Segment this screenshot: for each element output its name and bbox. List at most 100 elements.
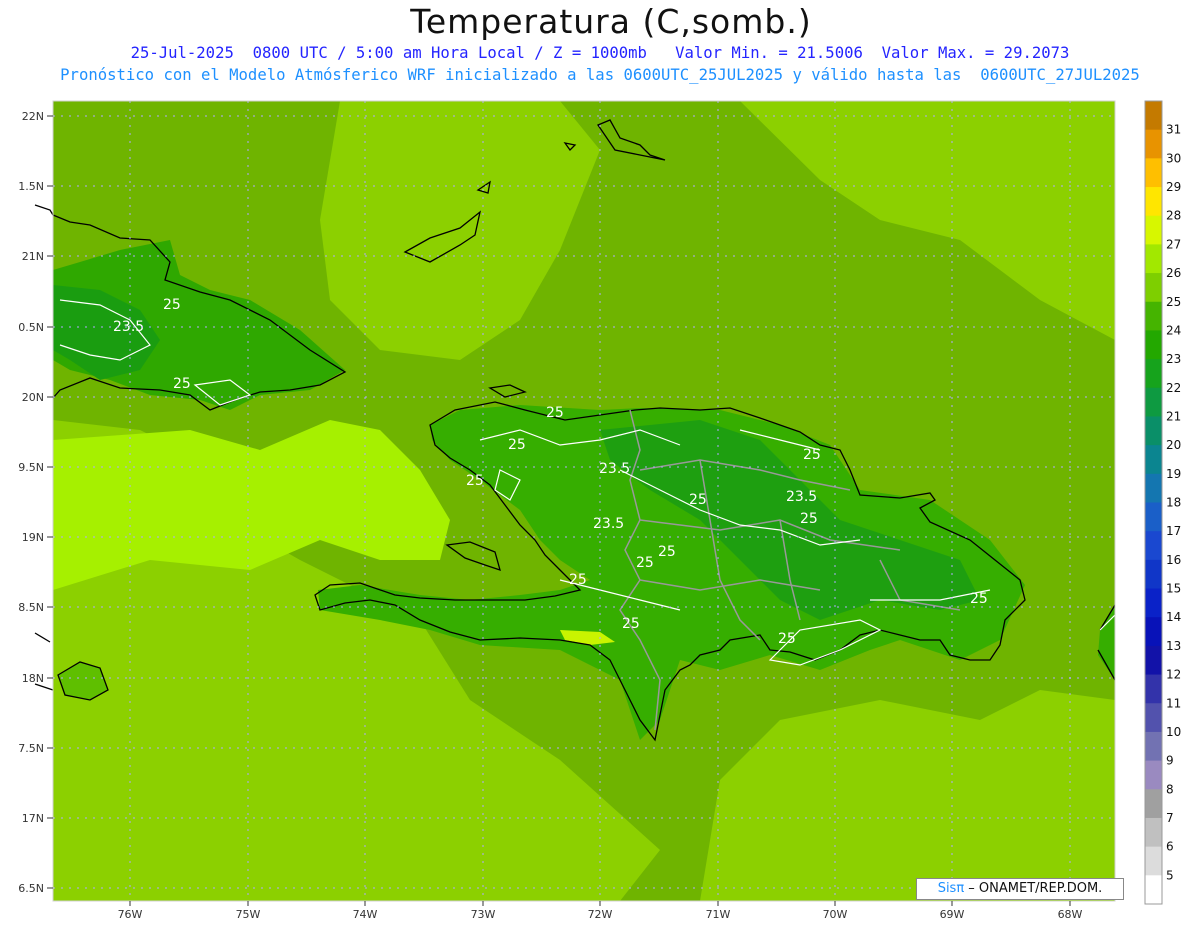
lat-label: 8.5N [18,601,44,614]
colorbar-label: 9 [1166,754,1174,768]
lon-label: 69W [940,908,965,921]
lat-label: 9.5N [18,461,44,474]
colorbar-label: 23 [1166,352,1181,366]
colorbar-label: 20 [1166,438,1181,452]
lon-label: 68W [1058,908,1083,921]
colorbar-label: 5 [1166,868,1174,882]
colorbar-swatch [1145,387,1162,417]
colorbar-swatch [1145,129,1162,159]
latitude-axis: 22N 1.5N 21N 0.5N 20N 9.5N 19N 8.5N 18N … [18,110,53,895]
valid-time-subtitle: 25-Jul-2025 0800 UTC / 5:00 am Hora Loca… [130,44,1070,62]
contour-label: 25 [800,511,818,527]
lon-label: 70W [823,908,848,921]
colorbar-swatch [1145,588,1162,618]
contour-label: 25 [163,297,181,313]
colorbar-swatch [1145,158,1162,188]
lat-label: 22N [22,110,44,123]
colorbar-label: 8 [1166,782,1174,796]
lat-label: 1.5N [18,180,44,193]
colorbar-label: 22 [1166,381,1181,395]
colorbar-swatch [1145,473,1162,503]
colorbar-swatch [1145,703,1162,733]
colorbar-label: 25 [1166,295,1181,309]
lon-label: 72W [588,908,613,921]
colorbar-label: 10 [1166,725,1181,739]
colorbar-swatch [1145,101,1162,131]
lon-label: 75W [236,908,261,921]
colorbar-label: 21 [1166,409,1181,423]
colorbar-swatch [1145,215,1162,245]
lat-label: 20N [22,391,44,404]
colorbar-swatch [1145,789,1162,819]
colorbar-swatch [1145,645,1162,676]
colorbar-swatch [1145,760,1162,790]
map-title: Temperatura (C,somb.) [410,2,812,41]
lat-label: 6.5N [18,882,44,895]
colorbar-swatch [1145,731,1162,762]
colorbar-label: 17 [1166,524,1181,538]
contour-label: 25 [173,376,191,392]
colorbar-swatch [1145,531,1162,561]
lat-label: 19N [22,531,44,544]
colorbar-swatch [1145,301,1162,331]
contour-label: 25 [803,447,821,463]
colorbar-label: 15 [1166,582,1181,596]
colorbar-label: 30 [1166,151,1181,165]
contour-label: 25 [658,544,676,560]
longitude-axis: 76W 75W 74W 73W 72W 71W 70W 69W 68W [118,901,1083,921]
colorbar-label: 12 [1166,668,1181,682]
colorbar-label: 28 [1166,209,1181,223]
colorbar-swatch [1145,674,1162,704]
colorbar-label: 19 [1166,467,1181,481]
colorbar-label: 29 [1166,180,1181,194]
lat-label: 7.5N [18,742,44,755]
colorbar-swatch [1145,445,1162,475]
colorbar: 31 30 29 28 27 26 25 24 23 22 21 20 19 18 17 16 15 14 13 12… [1144,100,1181,905]
colorbar-swatch [1145,817,1162,848]
colorbar-swatch [1145,559,1162,590]
contour-label: 25 [466,473,484,489]
credit-box: Sisπ – ONAMET/REP.DOM. [916,878,1124,900]
lon-label: 74W [353,908,378,921]
lat-label: 17N [22,812,44,825]
colorbar-label: 24 [1166,323,1181,337]
colorbar-swatch [1145,617,1162,647]
colorbar-label: 27 [1166,237,1181,251]
map-area [53,101,1115,901]
lon-label: 76W [118,908,143,921]
colorbar-swatch [1145,244,1162,274]
colorbar-swatch [1145,359,1162,389]
colorbar-label: 16 [1166,553,1181,567]
contour-label: 25 [569,572,587,588]
colorbar-swatch [1145,502,1162,532]
contour-label: 23.5 [786,489,817,505]
contour-label: 25 [622,616,640,632]
contour-label: 25 [778,631,796,647]
colorbar-label: 14 [1166,610,1181,624]
sispi-logo-text: Sisπ [937,881,965,896]
colorbar-label: 13 [1166,639,1181,653]
lon-label: 71W [706,908,731,921]
contour-label: 25 [508,437,526,453]
colorbar-swatch [1145,875,1162,905]
contour-label: 25 [546,405,564,421]
colorbar-label: 18 [1166,496,1181,510]
contour-label: 23.5 [593,516,624,532]
colorbar-label: 6 [1166,840,1174,854]
colorbar-swatch [1145,846,1162,876]
contour-label: 25 [689,492,707,508]
lon-label: 73W [471,908,496,921]
colorbar-swatch [1145,187,1162,217]
colorbar-label: 31 [1166,123,1181,137]
lat-label: 21N [22,250,44,263]
credit-text: – ONAMET/REP.DOM. [964,881,1103,896]
model-info-subtitle: Pronóstico con el Modelo Atmósferico WRF… [60,66,1140,84]
colorbar-label: 7 [1166,811,1174,825]
contour-label: 23.5 [599,461,630,477]
contour-label: 25 [636,555,654,571]
colorbar-swatch [1145,416,1162,446]
lat-label: 0.5N [18,321,44,334]
contour-label: 25 [970,591,988,607]
colorbar-swatch [1145,273,1162,303]
colorbar-label: 26 [1166,266,1181,280]
